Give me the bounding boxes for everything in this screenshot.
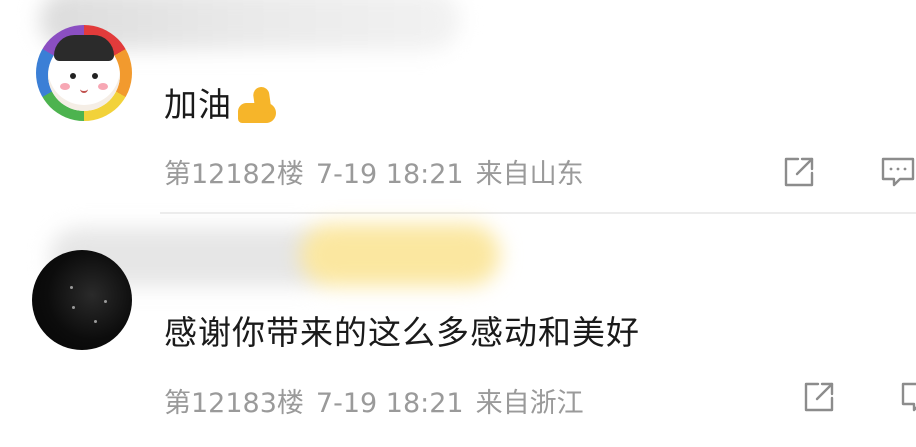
comment-text: 加油: [164, 78, 278, 127]
comment-icon[interactable]: [880, 155, 916, 189]
share-icon[interactable]: [782, 155, 816, 189]
share-icon[interactable]: [802, 380, 836, 414]
comment-time: 7-19 18:21: [315, 159, 464, 190]
avatar-cartoon-face: [48, 35, 120, 111]
comment-time: 7-19 18:21: [315, 388, 464, 419]
comment-icon[interactable]: [900, 380, 916, 414]
floor-number: 第12183楼: [164, 388, 304, 419]
comment-location: 来自山东: [475, 159, 584, 190]
comment-meta: 第12183楼 7-19 18:21 来自浙江: [164, 381, 596, 420]
comment-meta: 第12182楼 7-19 18:21 来自山东: [164, 152, 596, 191]
comment-item: 加油 第12182楼 7-19 18:21 来自山东: [0, 0, 916, 214]
comment-text: 感谢你带来的这么多感动和美好: [164, 313, 640, 352]
blurred-badge: [300, 224, 500, 286]
floor-number: 第12182楼: [164, 159, 304, 190]
flexed-biceps-emoji-icon: [234, 87, 278, 127]
avatar[interactable]: [36, 25, 132, 121]
avatar[interactable]: [32, 250, 132, 350]
comment-text-value: 加油: [164, 85, 232, 124]
comment-item: 感谢你带来的这么多感动和美好 第12183楼 7-19 18:21 来自浙江: [0, 214, 916, 447]
comment-location: 来自浙江: [475, 388, 584, 419]
